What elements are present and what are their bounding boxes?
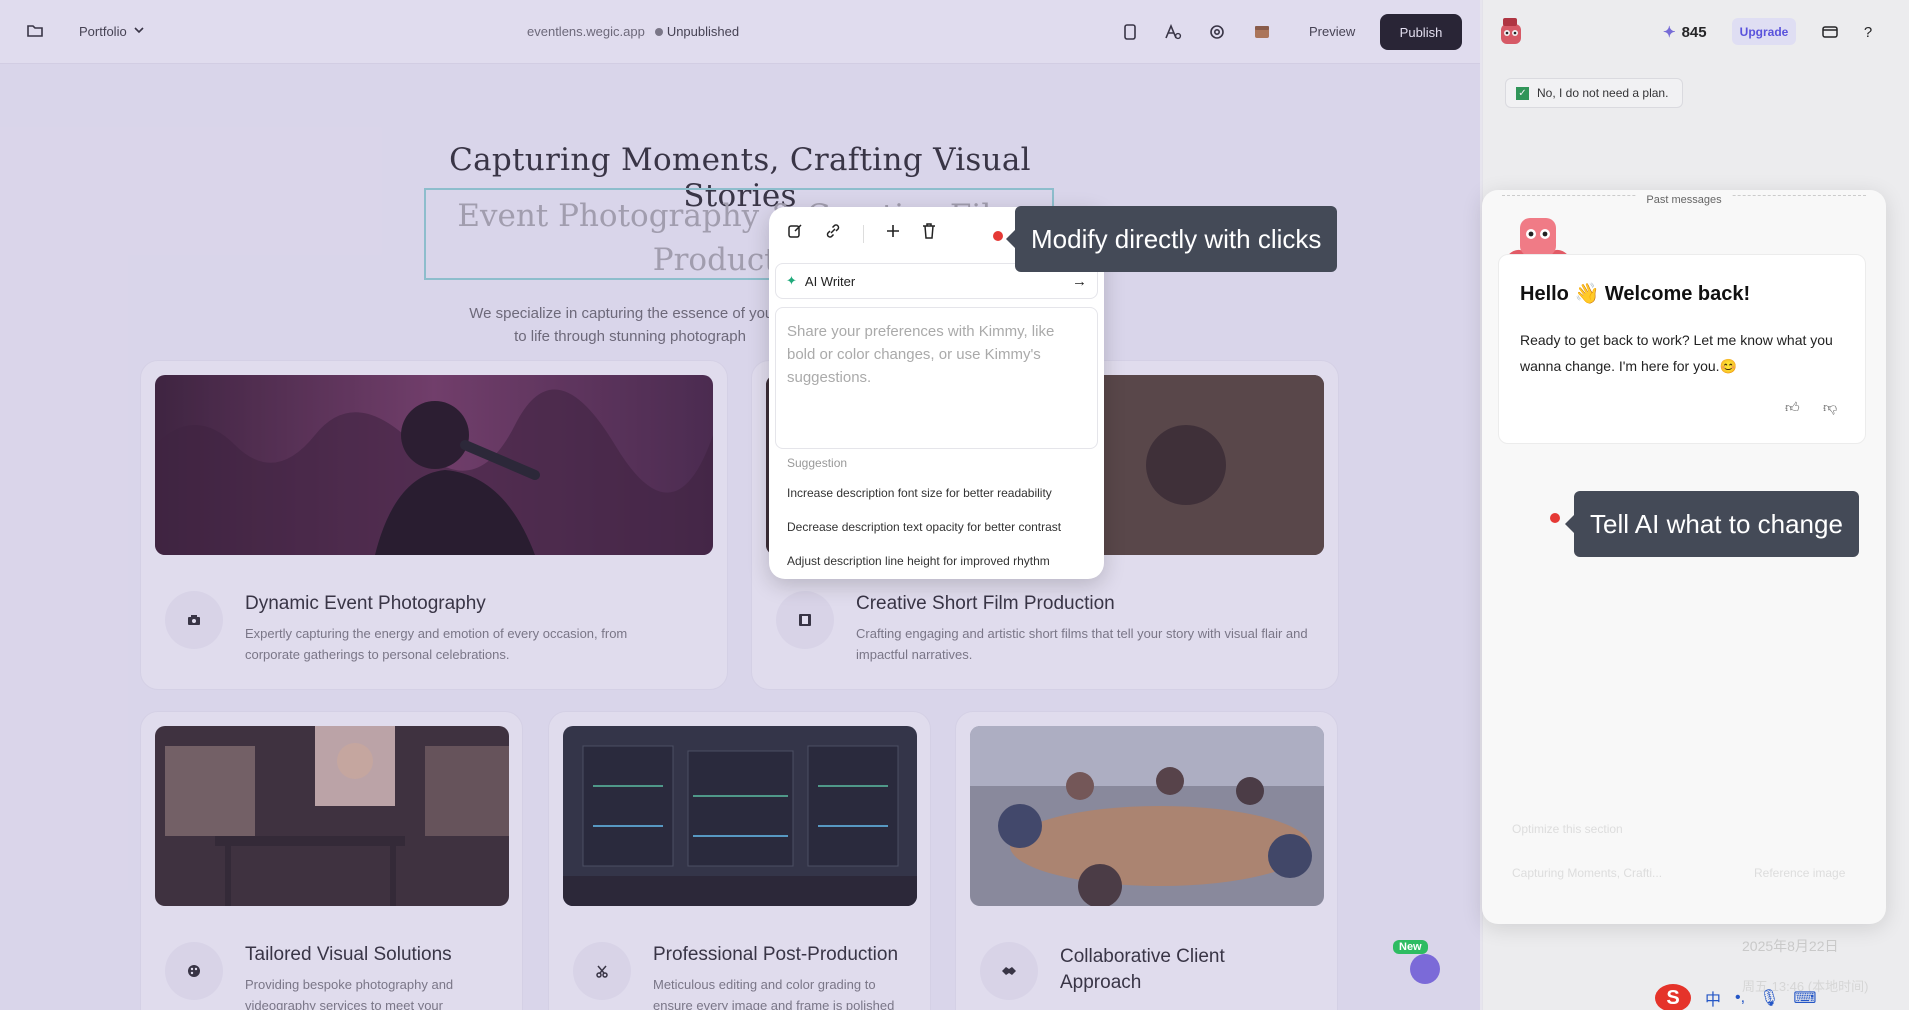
punctuation-icon[interactable]: •, xyxy=(1735,989,1745,1007)
edit-icon[interactable] xyxy=(787,223,803,244)
publish-status: Unpublished xyxy=(654,24,739,39)
film-icon xyxy=(776,591,834,649)
chevron-down-icon xyxy=(133,24,145,39)
ime-logo-icon[interactable]: S xyxy=(1655,984,1691,1010)
preference-textarea[interactable]: Share your preferences with Kimmy, like … xyxy=(775,307,1098,449)
ai-writer-label: AI Writer xyxy=(804,273,856,289)
hint-dot xyxy=(1550,513,1560,523)
welcome-body: Ready to get back to work? Let me know w… xyxy=(1520,332,1833,374)
thumbs-down-icon[interactable]: 👎︎ xyxy=(1823,399,1837,416)
settings-icon[interactable] xyxy=(1207,22,1227,42)
welcome-message: Hello 👋 Welcome back! Ready to get back … xyxy=(1498,254,1866,444)
card-title: Creative Short Film Production xyxy=(856,593,1115,614)
palette-icon xyxy=(165,942,223,1000)
card-description: Crafting engaging and artistic short fil… xyxy=(856,626,1308,662)
card-description: Providing bespoke photography and videog… xyxy=(245,977,454,1010)
camera-icon xyxy=(165,591,223,649)
service-card[interactable]: Professional Post-Production Meticulous … xyxy=(548,711,931,1010)
microphone-icon[interactable]: 🎙︎ xyxy=(1759,988,1779,1008)
hint-dot xyxy=(993,231,1003,241)
thumbs-up-icon[interactable]: 👍︎ xyxy=(1785,399,1800,416)
suggestion-item[interactable]: Adjust description line height for impro… xyxy=(787,554,1050,568)
card-title: Professional Post-Production xyxy=(653,944,899,965)
card-title: Tailored Visual Solutions xyxy=(245,944,452,965)
trash-icon[interactable] xyxy=(922,223,936,244)
card-description: Meticulous editing and color grading to … xyxy=(653,977,895,1010)
monitors-photo xyxy=(563,726,917,906)
suggestion-header: Suggestion xyxy=(787,456,848,470)
suggestion-item[interactable]: Increase description font size for bette… xyxy=(787,486,1052,500)
keyboard-icon[interactable]: ⌨︎ xyxy=(1793,988,1816,1008)
toolbar-divider xyxy=(863,224,864,243)
system-date: 2025年8月22日 xyxy=(1742,938,1839,954)
publish-button[interactable]: Publish xyxy=(1380,14,1462,50)
ime-language[interactable]: 中 xyxy=(1705,986,1721,1010)
card-description: Expertly capturing the energy and emotio… xyxy=(245,626,628,662)
preview-button[interactable]: Preview xyxy=(1309,24,1355,39)
tell-ai-tooltip: Tell AI what to change xyxy=(1565,491,1859,557)
project-name: Portfolio xyxy=(79,24,127,39)
device-icon[interactable] xyxy=(1120,22,1140,42)
system-tray: S 中 •, 🎙︎ ⌨︎ xyxy=(1655,984,1816,1010)
site-status: eventlens.wegic.app Unpublished xyxy=(527,24,739,39)
service-card[interactable]: Tailored Visual Solutions Providing besp… xyxy=(140,711,523,1010)
past-messages-label[interactable]: Past messages xyxy=(1482,190,1886,206)
meeting-photo xyxy=(970,726,1324,906)
arrow-right-icon: → xyxy=(1072,272,1087,290)
sparkle-icon: ✦ xyxy=(786,273,797,288)
assistant-bot-icon[interactable] xyxy=(1410,954,1440,984)
project-selector[interactable]: Portfolio xyxy=(79,24,145,39)
optimize-section-chip[interactable]: Optimize this section xyxy=(1512,822,1623,836)
service-card[interactable]: Collaborative Client Approach xyxy=(955,711,1338,1010)
new-badge: New xyxy=(1393,940,1428,954)
editor-area: Portfolio eventlens.wegic.app Unpublishe… xyxy=(0,0,1480,1010)
scissors-icon xyxy=(573,942,631,1000)
status-dot xyxy=(654,28,663,36)
selected-section-chip[interactable]: Capturing Moments, Crafti... xyxy=(1512,866,1662,880)
card-title: Collaborative Client Approach xyxy=(1060,946,1225,993)
studio-photo xyxy=(155,726,509,906)
font-icon[interactable] xyxy=(1163,22,1183,42)
modify-tooltip: Modify directly with clicks xyxy=(1005,206,1338,272)
concert-photo xyxy=(155,375,713,555)
site-domain[interactable]: eventlens.wegic.app xyxy=(527,24,645,39)
suggestion-item[interactable]: Decrease description text opacity for be… xyxy=(787,520,1061,534)
chat-card: Past messages Hello 👋 Welcome back! Read… xyxy=(1482,190,1886,924)
popup-toolbar xyxy=(787,223,936,244)
reference-image-button[interactable]: Reference image xyxy=(1754,866,1845,880)
welcome-heading: Hello 👋 Welcome back! xyxy=(1520,283,1751,305)
link-icon[interactable] xyxy=(825,223,841,244)
add-icon[interactable] xyxy=(886,224,900,243)
card-title: Dynamic Event Photography xyxy=(245,593,486,614)
box-icon[interactable] xyxy=(1252,22,1272,42)
top-toolbar: Portfolio eventlens.wegic.app Unpublishe… xyxy=(0,0,1480,64)
folder-icon[interactable] xyxy=(26,22,46,42)
handshake-icon xyxy=(980,942,1038,1000)
service-card[interactable]: Dynamic Event Photography Expertly captu… xyxy=(140,360,728,690)
